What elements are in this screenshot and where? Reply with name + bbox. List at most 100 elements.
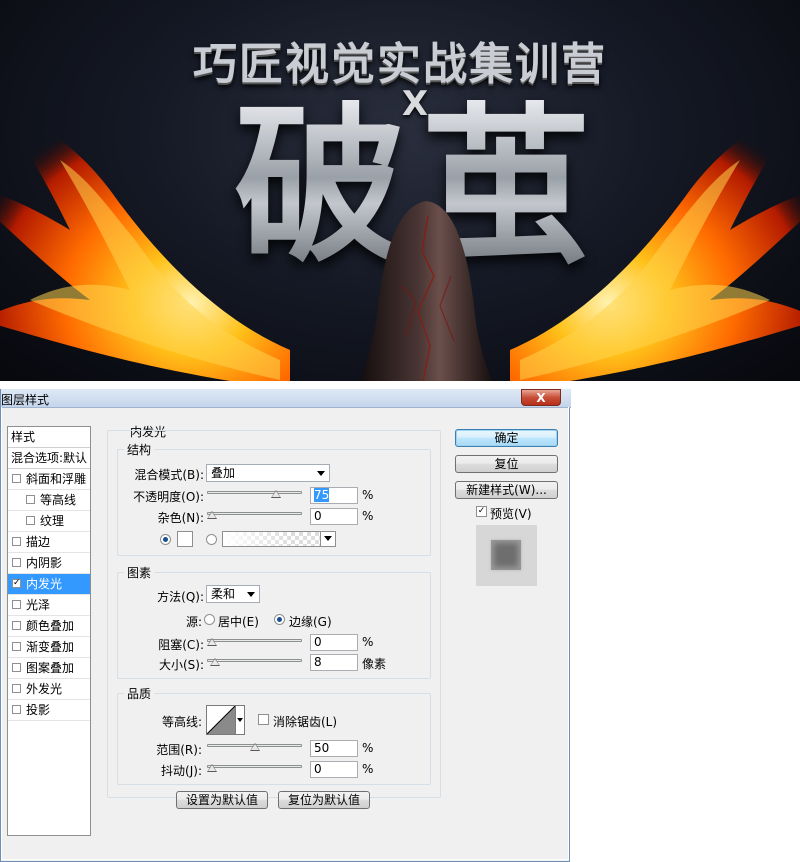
choke-slider[interactable]: [207, 637, 302, 647]
source-center-radio[interactable]: [204, 614, 215, 625]
jitter-input[interactable]: 0: [310, 761, 358, 778]
gradient-radio[interactable]: [206, 534, 217, 545]
contour-dropdown[interactable]: [236, 705, 245, 735]
style-item-label: 渐变叠加: [26, 640, 75, 654]
dialog-titlebar[interactable]: 图层样式 X: [1, 389, 571, 408]
contour-picker[interactable]: [206, 705, 236, 735]
chevron-down-icon[interactable]: [320, 532, 335, 546]
slider-thumb[interactable]: [249, 743, 260, 751]
style-item-label: 斜面和浮雕: [26, 472, 87, 486]
blend-mode-label: 混合模式(B):: [134, 468, 204, 482]
style-item[interactable]: 光泽: [8, 595, 90, 616]
size-slider[interactable]: [207, 657, 302, 667]
blend-mode-value: 叠加: [211, 466, 236, 480]
technique-value: 柔和: [211, 587, 236, 601]
size-input[interactable]: 8: [310, 654, 358, 671]
antialias-checkbox[interactable]: [258, 714, 269, 725]
style-item[interactable]: 描边: [8, 532, 90, 553]
slider-thumb[interactable]: [207, 511, 217, 519]
percent-unit: %: [362, 635, 374, 649]
style-preview-thumbnail: [476, 525, 537, 586]
quality-legend: 品质: [127, 687, 152, 701]
style-item[interactable]: 斜面和浮雕: [8, 469, 90, 490]
blend-mode-select[interactable]: 叠加: [206, 464, 330, 482]
style-item-checkbox[interactable]: [12, 705, 21, 714]
source-edge-label[interactable]: 边缘(G): [289, 613, 332, 630]
blend-options-item[interactable]: 混合选项:默认: [8, 448, 90, 469]
style-item-checkbox[interactable]: [12, 684, 21, 693]
close-button[interactable]: X: [521, 389, 561, 406]
style-list-header[interactable]: 样式: [8, 427, 90, 448]
glow-color-swatch[interactable]: [177, 531, 193, 547]
technique-label: 方法(Q):: [157, 590, 204, 604]
range-label: 范围(R):: [156, 743, 202, 757]
opacity-slider[interactable]: [207, 489, 302, 499]
style-item-label: 等高线: [40, 493, 77, 507]
style-item-checkbox[interactable]: [12, 537, 21, 546]
slider-thumb[interactable]: [270, 490, 281, 498]
style-item-label: 投影: [26, 703, 51, 717]
style-item[interactable]: 外发光: [8, 679, 90, 700]
style-item-label: 内发光: [26, 577, 63, 591]
style-item[interactable]: 投影: [8, 700, 90, 721]
reset-default-button[interactable]: 复位为默认值: [278, 791, 370, 809]
dialog-title: 图层样式: [1, 393, 50, 407]
noise-slider[interactable]: [207, 510, 302, 520]
preview-label[interactable]: 预览(V): [490, 505, 532, 522]
style-item-checkbox[interactable]: ✓: [12, 579, 21, 588]
style-item-label: 纹理: [40, 514, 65, 528]
style-item-label: 颜色叠加: [26, 619, 75, 633]
style-item[interactable]: 图案叠加: [8, 658, 90, 679]
slider-thumb[interactable]: [207, 764, 217, 772]
style-item[interactable]: ✓ 内发光: [8, 574, 90, 595]
style-item-checkbox[interactable]: [26, 495, 35, 504]
source-edge-radio[interactable]: [274, 614, 285, 625]
style-item-label: 内阴影: [26, 556, 63, 570]
choke-input[interactable]: 0: [310, 634, 358, 651]
style-item-checkbox[interactable]: [12, 663, 21, 672]
jitter-label: 抖动(J):: [161, 764, 202, 778]
style-item-checkbox[interactable]: [26, 516, 35, 525]
range-slider[interactable]: [207, 742, 302, 752]
checkmark-icon: ✓: [477, 506, 486, 516]
style-item-checkbox[interactable]: [12, 642, 21, 651]
size-label: 大小(S):: [158, 658, 204, 672]
style-item[interactable]: 渐变叠加: [8, 637, 90, 658]
slider-track: [207, 659, 302, 662]
contour-label: 等高线:: [161, 715, 202, 729]
opacity-label: 不透明度(O):: [133, 490, 204, 504]
new-style-button[interactable]: 新建样式(W)...: [455, 481, 558, 499]
slider-thumb[interactable]: [207, 638, 217, 646]
style-item-checkbox[interactable]: [12, 474, 21, 483]
style-item-checkbox[interactable]: [12, 558, 21, 567]
promo-banner: 巧匠视觉实战集训营 X 破 茧: [0, 0, 800, 381]
glow-gradient-picker[interactable]: [222, 531, 336, 547]
antialias-label[interactable]: 消除锯齿(L): [273, 713, 337, 730]
ok-button[interactable]: 确定: [455, 429, 558, 447]
noise-input[interactable]: 0: [310, 508, 358, 525]
solid-color-radio[interactable]: [160, 534, 171, 545]
source-label: 源:: [185, 615, 202, 629]
percent-unit: %: [362, 762, 374, 776]
style-item[interactable]: 内阴影: [8, 553, 90, 574]
slider-track: [207, 512, 302, 515]
contour-curve-icon: [207, 706, 235, 734]
style-item[interactable]: 颜色叠加: [8, 616, 90, 637]
style-item[interactable]: 等高线: [8, 490, 90, 511]
opacity-input[interactable]: 75: [310, 487, 358, 504]
make-default-button[interactable]: 设置为默认值: [176, 791, 268, 809]
chevron-down-icon: [247, 592, 255, 597]
preview-checkbox[interactable]: ✓: [476, 506, 487, 517]
choke-label: 阻塞(C):: [158, 638, 204, 652]
style-item[interactable]: 纹理: [8, 511, 90, 532]
jitter-slider[interactable]: [207, 763, 302, 773]
structure-legend: 结构: [127, 443, 152, 457]
source-center-label[interactable]: 居中(E): [218, 613, 259, 630]
reset-button[interactable]: 复位: [455, 455, 558, 473]
style-item-checkbox[interactable]: [12, 600, 21, 609]
style-item-label: 外发光: [26, 682, 63, 696]
slider-thumb[interactable]: [209, 658, 220, 666]
style-item-checkbox[interactable]: [12, 621, 21, 630]
range-input[interactable]: 50: [310, 740, 358, 757]
technique-select[interactable]: 柔和: [206, 585, 260, 603]
